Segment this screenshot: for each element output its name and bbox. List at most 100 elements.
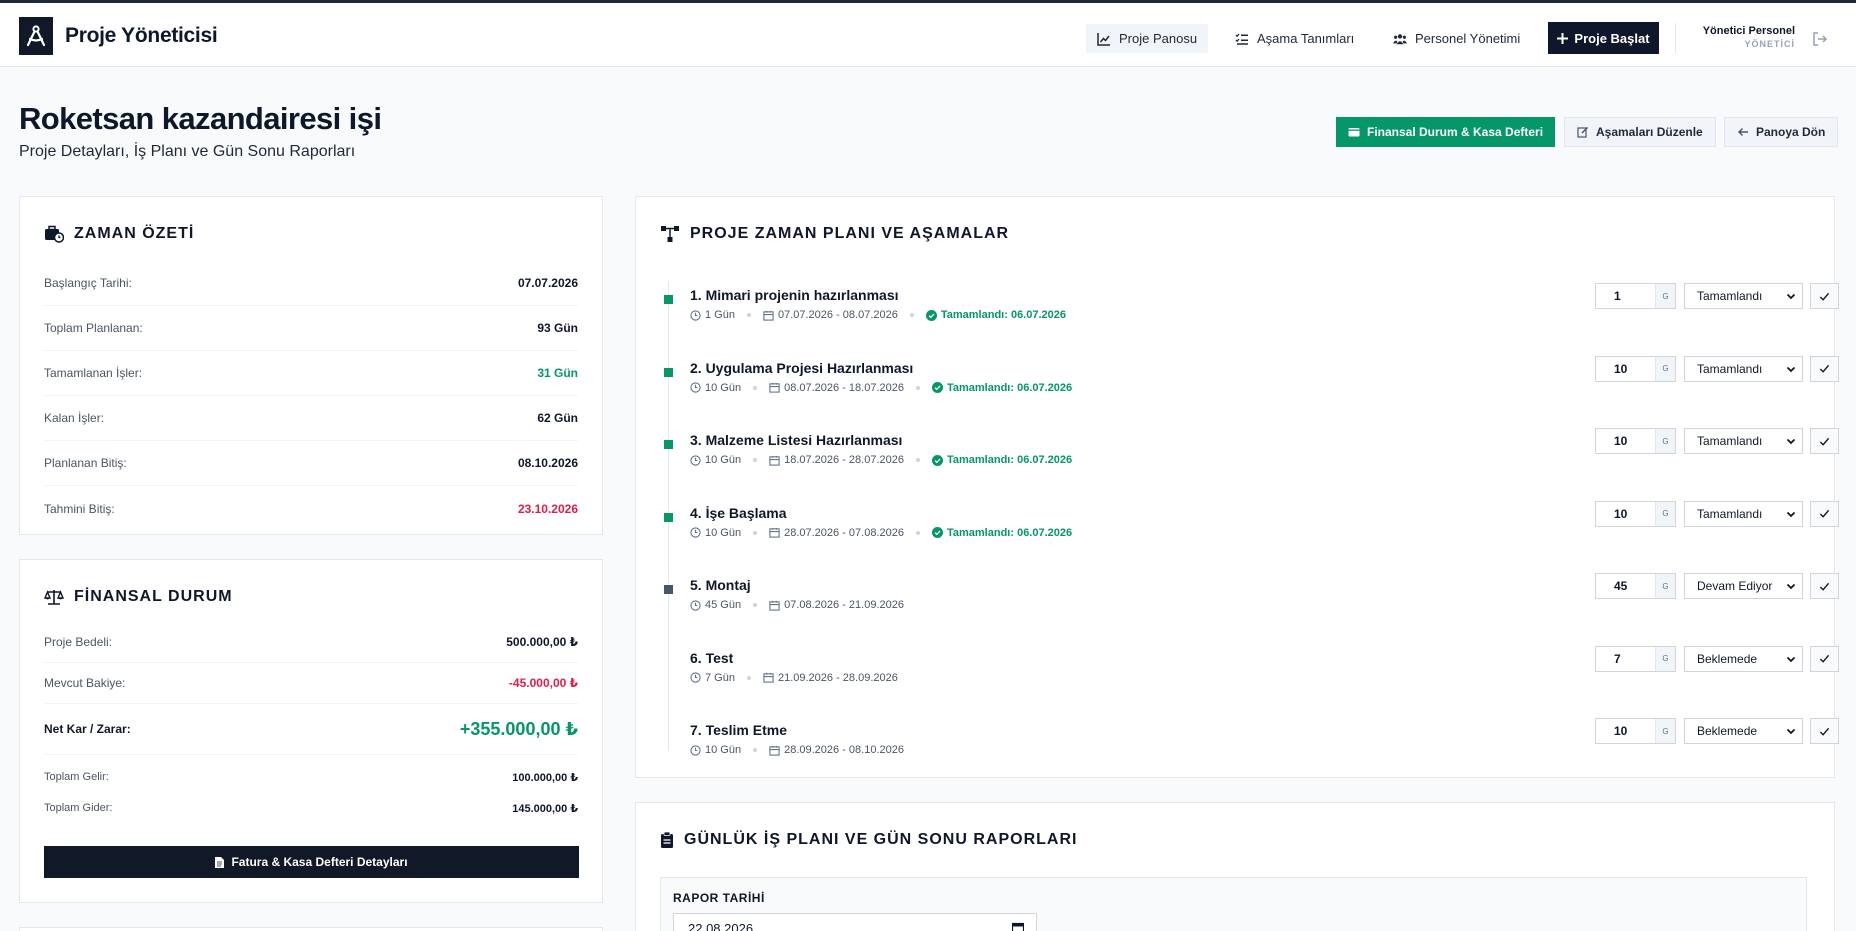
stage-status-select[interactable]: Tamamlandı: [1684, 355, 1803, 382]
calendar-icon: [763, 672, 774, 683]
stage-completed-text: Tamamlandı: 06.07.2026: [946, 381, 1073, 394]
clock-icon: [690, 309, 701, 321]
stage-meta: 10 Gün 28.07.2026 - 07.08.2026 Tamamlandı:…: [690, 527, 1072, 539]
stage-completed: Tamamlandı: 06.07.2026: [931, 381, 1073, 394]
stage-status-select[interactable]: Devam Ediyor: [1684, 573, 1803, 599]
stage-row: 7. Teslim Etme 10 Gün 28.09.2026 - 08.10.2…: [664, 718, 1839, 772]
stage-days-input[interactable]: [1596, 719, 1655, 743]
check-icon: [1819, 727, 1830, 736]
stage-days-field: G: [1595, 428, 1676, 454]
stage-duration-text: 10 Gün: [705, 744, 742, 756]
clock-icon: [690, 672, 701, 683]
stage-name: 4. İşe Başlama: [690, 504, 787, 521]
report-date-input[interactable]: 22.08.2026: [673, 913, 1037, 931]
stage-duration: 45 Gün: [690, 599, 741, 611]
plus-icon: [1557, 32, 1569, 44]
stage-status-marker: [664, 367, 673, 377]
stage-duration: 10 Gün: [690, 527, 741, 539]
check-icon: [1819, 292, 1830, 301]
row-label: Toplam Gider:: [44, 802, 113, 814]
clock-icon: [690, 599, 701, 611]
stage-save-button[interactable]: [1810, 645, 1839, 672]
calendar-icon: [763, 310, 774, 321]
row-value: 07.07.2026: [517, 276, 578, 290]
row-value: 100.000,00 ₺: [512, 771, 578, 784]
stage-days-input[interactable]: [1596, 574, 1655, 598]
stage-days-input[interactable]: [1596, 501, 1655, 526]
time-summary-title-text: ZAMAN ÖZETİ: [74, 225, 195, 242]
stage-meta: 10 Gün 28.09.2026 - 08.10.2026: [690, 744, 904, 756]
days-unit: G: [1655, 501, 1675, 526]
row-value: 08.10.2026: [517, 456, 578, 470]
edit-stages-button[interactable]: Aşamaları Düzenle: [1564, 117, 1716, 147]
logout-icon[interactable]: [1812, 31, 1828, 47]
stage-duration-text: 10 Gün: [705, 381, 742, 394]
stage-status-select[interactable]: Beklemede: [1684, 718, 1803, 744]
row-label: Tamamlanan İşler:: [44, 366, 143, 380]
stage-status-marker: [664, 585, 673, 594]
clipboard-icon: [661, 831, 673, 848]
calendar-icon[interactable]: [1012, 922, 1024, 931]
stage-name: 6. Test: [690, 649, 734, 666]
stage-days-input[interactable]: [1596, 429, 1655, 453]
stage-name: 3. Malzeme Listesi Hazırlanması: [690, 432, 903, 448]
nav-proje-panosu[interactable]: Proje Panosu: [1086, 24, 1209, 53]
stage-date-range-text: 07.08.2026 - 21.09.2026: [784, 599, 904, 611]
invoice-ledger-details-button[interactable]: Fatura & Kasa Defteri Detayları: [44, 846, 579, 878]
row-value: 62 Gün: [537, 411, 578, 425]
stage-save-button[interactable]: [1810, 283, 1839, 309]
row-label: Tahmini Bitiş:: [44, 501, 115, 516]
meta-separator: [746, 675, 751, 680]
row-value: 500.000,00 ₺: [506, 635, 578, 649]
user-name: Yönetici Personel: [1702, 25, 1795, 37]
nav-personel-yonetimi[interactable]: Personel Yönetimi: [1382, 24, 1531, 53]
nav-asama-tanimlari[interactable]: Aşama Tanımları: [1224, 24, 1365, 53]
stage-duration-text: 10 Gün: [705, 454, 742, 466]
clock-icon: [690, 744, 701, 756]
stage-meta: 1 Gün 07.07.2026 - 08.07.2026 Tamamlandı: …: [690, 309, 1066, 321]
check-icon: [1819, 654, 1830, 663]
meta-separator: [746, 313, 751, 317]
project-value-row: Proje Bedeli: 500.000,00 ₺: [44, 622, 578, 663]
row-label: Planlanan Bitiş:: [44, 456, 127, 470]
check-circle-icon: [925, 309, 937, 321]
scale-balance-icon: [44, 590, 64, 605]
stage-status-value: Beklemede: [1697, 724, 1758, 738]
start-project-button[interactable]: Proje Başlat: [1548, 22, 1659, 54]
app-title[interactable]: Proje Yöneticisi: [65, 24, 218, 48]
back-to-dashboard-button[interactable]: Panoya Dön: [1724, 117, 1839, 147]
total-expense-row: Toplam Gider: 145.000,00 ₺: [44, 793, 578, 823]
stage-status-select[interactable]: Beklemede: [1684, 645, 1803, 672]
stage-row: 6. Test 7 Gün 21.09.2026 - 28.09.2026 G Bekl…: [664, 645, 1839, 700]
stage-days-input[interactable]: [1596, 646, 1655, 671]
stage-meta: 45 Gün 07.08.2026 - 21.09.2026: [690, 599, 904, 611]
stage-status-select[interactable]: Tamamlandı: [1684, 283, 1803, 309]
stage-days-field: G: [1595, 645, 1676, 672]
stage-save-button[interactable]: [1810, 355, 1839, 382]
stage-status-select[interactable]: Tamamlandı: [1684, 500, 1803, 527]
user-role: YÖNETİCİ: [1744, 39, 1795, 49]
app-logo[interactable]: [19, 17, 53, 55]
chevron-down-icon: [1786, 583, 1796, 590]
stage-status-value: Tamamlandı: [1697, 506, 1763, 521]
project-plan-title: PROJE ZAMAN PLANI VE AŞAMALAR: [660, 225, 1009, 243]
check-circle-icon: [931, 382, 943, 393]
time-summary-title: ZAMAN ÖZETİ: [44, 225, 194, 243]
stage-days-input[interactable]: [1596, 284, 1655, 308]
chevron-down-icon: [1786, 656, 1796, 662]
stage-save-button[interactable]: [1810, 718, 1839, 744]
stage-save-button[interactable]: [1810, 573, 1839, 599]
stage-date-range-text: 18.07.2026 - 28.07.2026: [784, 454, 904, 466]
meta-separator: [915, 385, 920, 390]
stage-save-button[interactable]: [1810, 428, 1839, 454]
meta-separator: [753, 385, 758, 390]
chevron-down-icon: [1786, 438, 1796, 445]
stage-days-input[interactable]: [1596, 356, 1655, 381]
finance-ledger-button[interactable]: Finansal Durum & Kasa Defteri: [1336, 117, 1556, 147]
stage-status-select[interactable]: Tamamlandı: [1684, 428, 1803, 454]
project-plan-title-text: PROJE ZAMAN PLANI VE AŞAMALAR: [690, 225, 1010, 242]
report-filter-box: RAPOR TARİHİ 22.08.2026: [660, 877, 1807, 931]
stage-duration: 1 Gün: [690, 309, 735, 321]
stage-save-button[interactable]: [1810, 500, 1839, 527]
chevron-down-icon: [1786, 728, 1796, 735]
